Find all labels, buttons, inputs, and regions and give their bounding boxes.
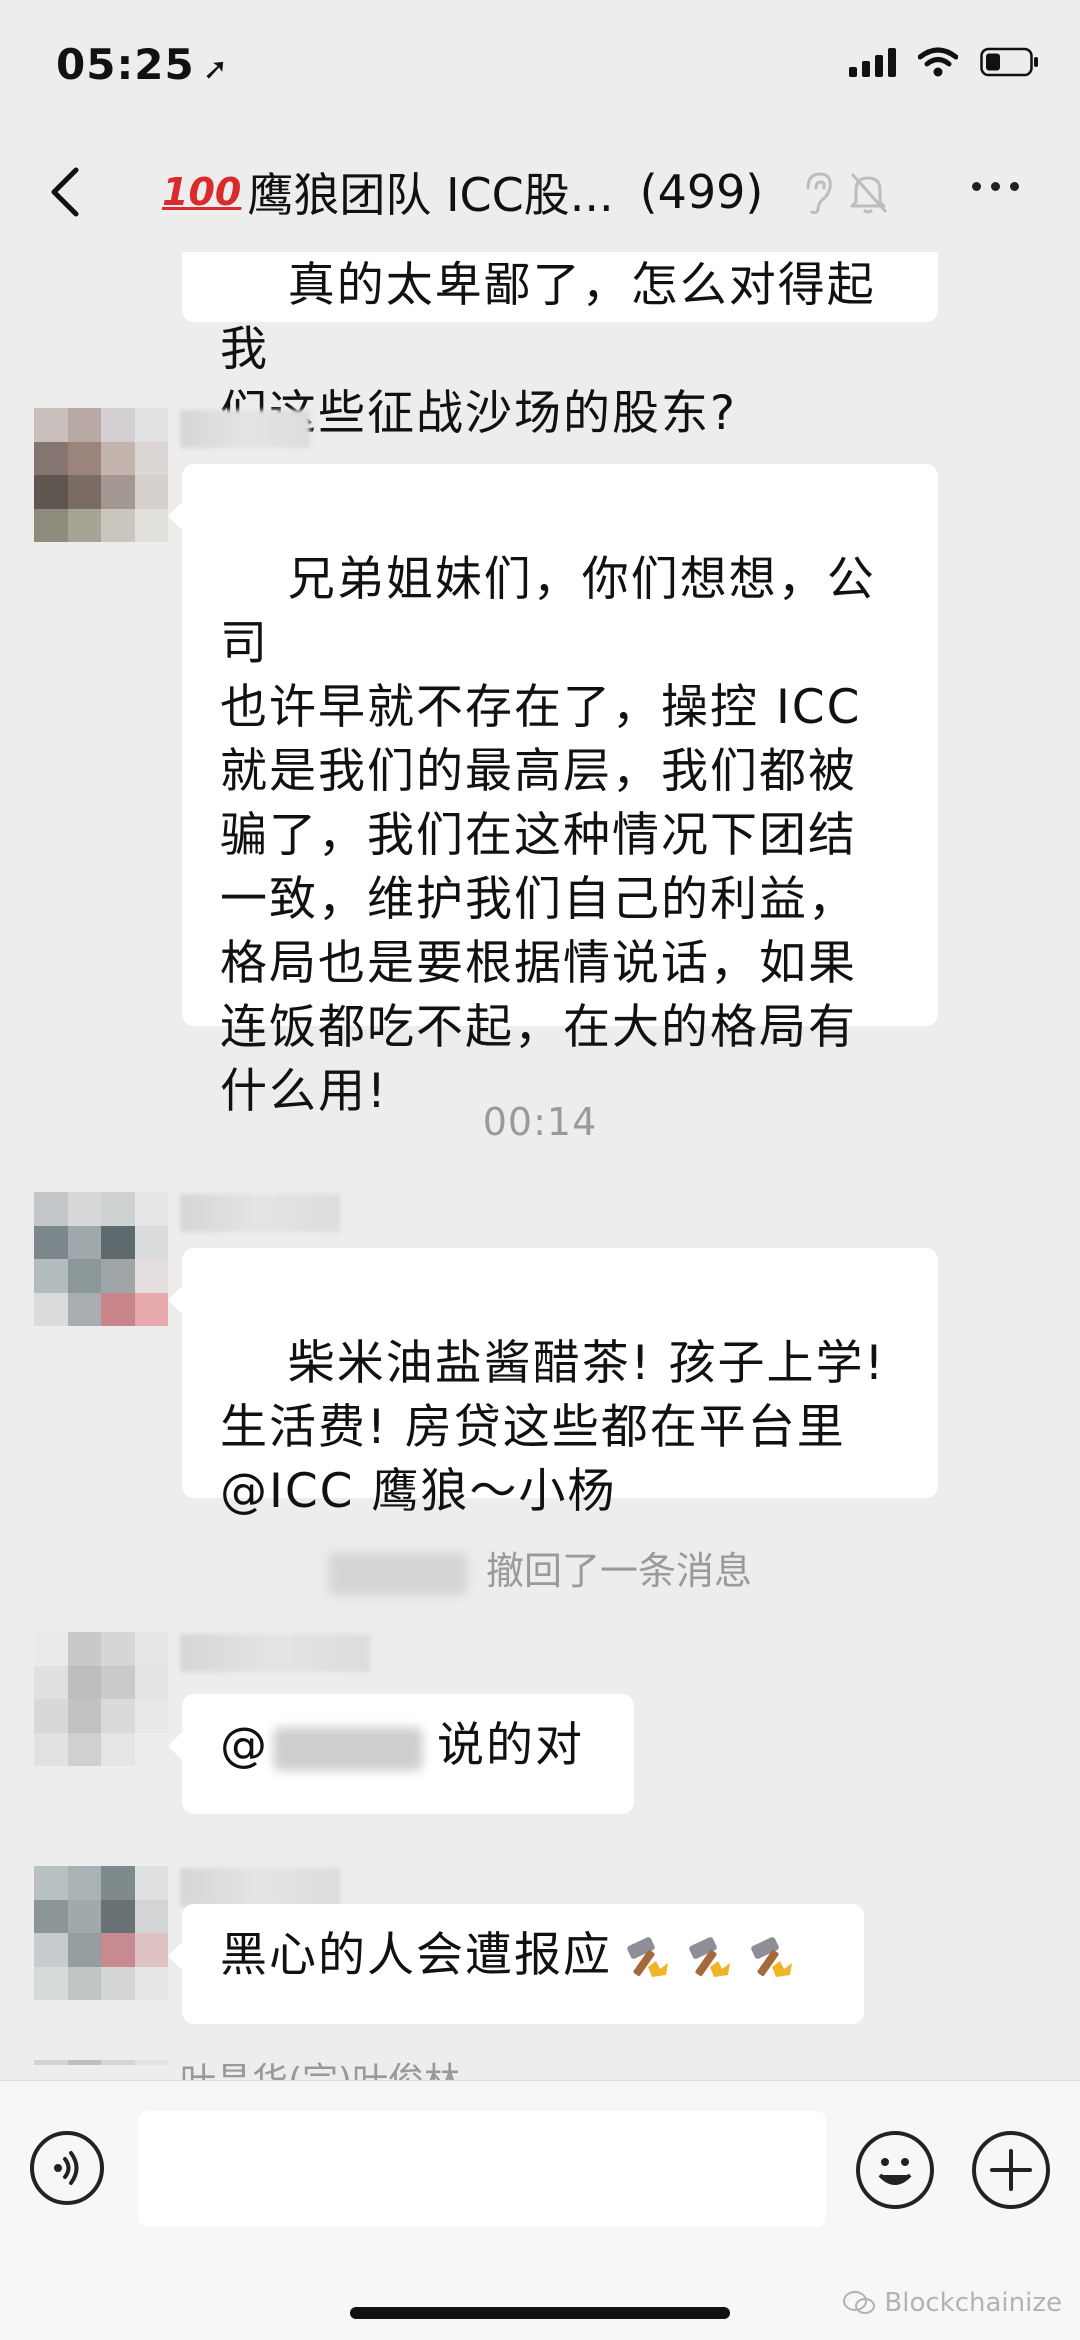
wifi-icon [918,47,958,77]
message-text: 兄弟姐妹们，你们想想，公司 也许早就不存在了，操控 ICC 就是我们的最高层，我… [220,552,876,1119]
location-arrow-icon: ➚ [202,52,229,87]
hammer-emoji-icon [689,1936,730,1977]
emoji-button[interactable] [856,2131,934,2209]
recall-notice: 撤回了一条消息 [0,1540,1080,1596]
avatar[interactable] [34,1632,168,1766]
voice-input-button[interactable] [30,2131,104,2205]
avatar[interactable] [34,1192,168,1326]
member-count: (499) [639,165,764,219]
sender-name-blurred [180,1194,340,1232]
hundred-points-icon: 100 [162,170,242,214]
recaller-name-blurred [327,1551,468,1596]
sender-name-blurred [180,1868,340,1906]
ear-icon [806,172,832,215]
chat-title[interactable]: 100 鹰狼团队 ICC股... (499) [162,160,763,224]
sender-name-blurred [180,1634,370,1672]
hammer-emoji-icon [751,1936,792,1977]
mentioned-name-blurred [273,1726,423,1771]
battery-icon [980,47,1040,77]
message-text: 柴米油盐酱醋茶! 孩子上学! 生活费! 房贷这些都在平台里 @ICC 鹰狼～小杨 [220,1336,886,1519]
message-bubble[interactable]: 真的太卑鄙了，怎么对得起我 们这些征战沙场的股东? [182,252,938,441]
wechat-logo-icon [843,2291,876,2314]
smiley-icon [878,2158,912,2185]
dot [991,182,1000,191]
avatar[interactable] [34,2060,168,2080]
dot [972,182,981,191]
back-button[interactable] [42,164,92,220]
chevron-left-icon [51,167,79,217]
message-text: 黑心的人会遭报应 [220,1928,612,1983]
hammer-emoji-icon [627,1936,668,1977]
watermark-text: Blockchainize [884,2288,1062,2318]
message-text: 说的对 [437,1718,584,1773]
clock-text: 05:25 [56,40,195,89]
group-name: 鹰狼团队 ICC股... [247,168,614,222]
timestamp-divider: 00:14 [482,1100,598,1144]
cellular-signal-icon [849,47,896,77]
message-bubble[interactable]: 柴米油盐酱醋茶! 孩子上学! 生活费! 房贷这些都在平台里 @ICC 鹰狼～小杨 [168,1248,938,1519]
voice-icon [54,2151,79,2185]
sender-name-blurred [180,410,310,448]
dot [1010,182,1019,191]
message-bubble[interactable]: 黑心的人会遭报应 [168,1904,864,2024]
message-list[interactable]: 真的太卑鄙了，怎么对得起我 们这些征战沙场的股东? 兄弟姐妹们，你们想想，公司 … [0,252,1080,2080]
message-text: 真的太卑鄙了，怎么对得起我 们这些征战沙场的股东? [220,258,876,441]
status-time: 05:25 ➚ [56,40,229,89]
mention-at: @ [220,1718,269,1773]
home-indicator[interactable] [350,2307,730,2319]
status-icons [849,44,1040,80]
chat-header: 100 鹰狼团队 ICC股... (499) [0,132,1080,252]
message-bubble[interactable]: @ 说的对 [168,1694,634,1814]
plus-icon [990,2149,1032,2191]
sender-name: 叶昌华(宗)叶俊林 [180,2052,460,2080]
mute-bell-icon [850,172,888,214]
more-options-button[interactable] [972,182,1019,191]
more-functions-button[interactable] [972,2131,1050,2209]
avatar[interactable] [34,408,168,542]
status-bar: 05:25 ➚ [0,0,1080,132]
avatar[interactable] [34,1866,168,2000]
message-input[interactable] [138,2111,826,2227]
message-bubble[interactable]: 兄弟姐妹们，你们想想，公司 也许早就不存在了，操控 ICC 就是我们的最高层，我… [168,464,938,1119]
watermark: Blockchainize [842,2288,1062,2318]
recall-text: 撤回了一条消息 [485,1549,752,1593]
